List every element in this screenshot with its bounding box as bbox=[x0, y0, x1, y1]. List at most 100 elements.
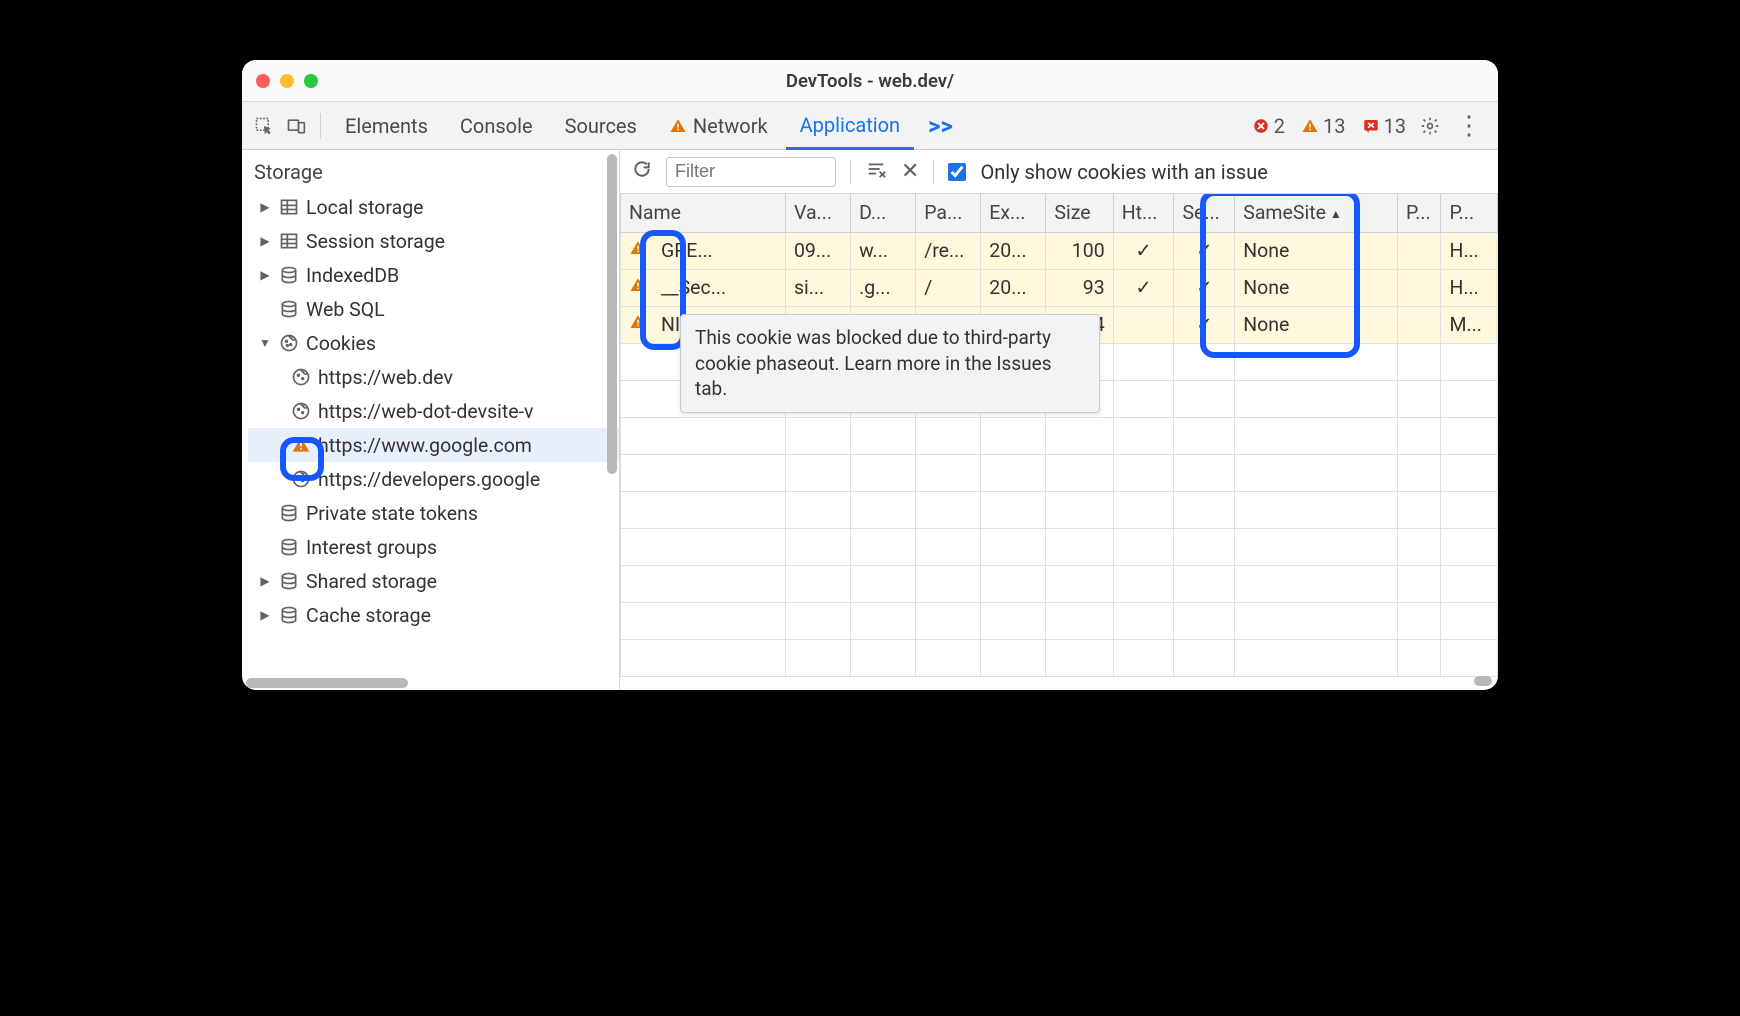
cell-partition bbox=[1398, 306, 1441, 343]
refresh-button[interactable] bbox=[632, 159, 652, 184]
main-area: Storage ▶ Local storage ▶ Session storag… bbox=[242, 150, 1498, 690]
caret-right-icon: ▶ bbox=[258, 234, 272, 248]
col-path[interactable]: Pa... bbox=[916, 194, 981, 232]
table-horizontal-scrollbar[interactable] bbox=[1474, 676, 1492, 686]
col-name[interactable]: Name bbox=[621, 194, 786, 232]
col-expires[interactable]: Ex... bbox=[981, 194, 1046, 232]
database-icon bbox=[278, 536, 300, 558]
cell-domain: w... bbox=[851, 232, 916, 269]
table-row-empty bbox=[621, 602, 1498, 639]
close-window-button[interactable] bbox=[256, 74, 270, 88]
sidebar-cookie-origin-selected[interactable]: https://www.google.com bbox=[248, 428, 619, 462]
only-issues-checkbox[interactable] bbox=[948, 163, 966, 181]
sidebar-item-label: Shared storage bbox=[306, 570, 437, 593]
warning-count[interactable]: 13 bbox=[1295, 114, 1351, 138]
col-size[interactable]: Size bbox=[1046, 194, 1113, 232]
col-samesite[interactable]: SameSite▲ bbox=[1235, 194, 1398, 232]
warning-count-value: 13 bbox=[1323, 114, 1345, 138]
device-toolbar-icon[interactable] bbox=[282, 112, 310, 140]
warning-icon bbox=[629, 239, 647, 262]
cell-samesite: None bbox=[1235, 269, 1398, 306]
sidebar-vertical-scrollbar[interactable] bbox=[607, 150, 617, 630]
sidebar-item-private-state-tokens[interactable]: Private state tokens bbox=[248, 496, 619, 530]
tab-console[interactable]: Console bbox=[446, 102, 547, 149]
cell-samesite: None bbox=[1235, 306, 1398, 343]
sidebar-item-session-storage[interactable]: ▶ Session storage bbox=[248, 224, 619, 258]
sidebar-item-label: Private state tokens bbox=[306, 502, 478, 525]
table-row-empty bbox=[621, 491, 1498, 528]
sidebar-horizontal-scrollbar[interactable] bbox=[246, 678, 616, 688]
tab-sources[interactable]: Sources bbox=[551, 102, 651, 149]
table-row-empty bbox=[621, 528, 1498, 565]
tab-network[interactable]: Network bbox=[655, 102, 782, 149]
maximize-window-button[interactable] bbox=[304, 74, 318, 88]
cell-name: __Sec... bbox=[621, 269, 786, 306]
table-header-row: Name Va... D... Pa... Ex... Size Ht... S… bbox=[621, 194, 1498, 232]
filter-input[interactable] bbox=[666, 157, 836, 187]
cookie-icon bbox=[290, 400, 312, 422]
cell-httponly bbox=[1113, 306, 1174, 343]
col-secure[interactable]: Se... bbox=[1174, 194, 1235, 232]
cookies-table-wrapper: Name Va... D... Pa... Ex... Size Ht... S… bbox=[620, 194, 1498, 690]
sidebar-cookie-origin[interactable]: https://web.dev bbox=[248, 360, 619, 394]
sidebar-item-interest-groups[interactable]: Interest groups bbox=[248, 530, 619, 564]
devtools-tabbar: Elements Console Sources Network Applica… bbox=[242, 102, 1498, 150]
table-row[interactable]: __Sec...si....g.../20...93✓✓NoneH... bbox=[621, 269, 1498, 306]
sidebar-item-shared-storage[interactable]: ▶ Shared storage bbox=[248, 564, 619, 598]
sidebar-item-label: https://developers.google bbox=[318, 468, 540, 491]
table-icon bbox=[278, 230, 300, 252]
sidebar-item-cookies[interactable]: ▼ Cookies bbox=[248, 326, 619, 360]
col-domain[interactable]: D... bbox=[851, 194, 916, 232]
caret-right-icon: ▶ bbox=[258, 608, 272, 622]
issues-count-value: 13 bbox=[1384, 114, 1406, 138]
cell-httponly: ✓ bbox=[1113, 232, 1174, 269]
tab-elements[interactable]: Elements bbox=[331, 102, 442, 149]
sidebar-cookie-origin[interactable]: https://web-dot-devsite-v bbox=[248, 394, 619, 428]
cell-secure: ✓ bbox=[1174, 232, 1235, 269]
issues-count[interactable]: 13 bbox=[1356, 114, 1412, 138]
sidebar-item-local-storage[interactable]: ▶ Local storage bbox=[248, 190, 619, 224]
sidebar-item-label: Session storage bbox=[306, 230, 445, 253]
warning-icon bbox=[1301, 117, 1319, 135]
sidebar-item-label: IndexedDB bbox=[306, 264, 399, 287]
database-icon bbox=[278, 570, 300, 592]
more-options-button[interactable]: ⋮ bbox=[1448, 113, 1490, 139]
sidebar-item-cache-storage[interactable]: ▶ Cache storage bbox=[248, 598, 619, 632]
cookies-toolbar: ✕ Only show cookies with an issue bbox=[620, 150, 1498, 194]
warning-icon bbox=[290, 434, 312, 456]
caret-right-icon: ▶ bbox=[258, 268, 272, 282]
table-row-empty bbox=[621, 565, 1498, 602]
tab-network-label: Network bbox=[693, 114, 768, 138]
cell-expires: 20... bbox=[981, 232, 1046, 269]
database-icon bbox=[278, 604, 300, 626]
col-httponly[interactable]: Ht... bbox=[1113, 194, 1174, 232]
col-value[interactable]: Va... bbox=[785, 194, 850, 232]
col-partition[interactable]: P... bbox=[1398, 194, 1441, 232]
table-row[interactable]: GRE...09...w.../re...20...100✓✓NoneH... bbox=[621, 232, 1498, 269]
settings-icon[interactable] bbox=[1416, 112, 1444, 140]
clear-filter-button[interactable] bbox=[865, 158, 887, 185]
divider bbox=[850, 160, 851, 184]
sidebar-item-label: https://www.google.com bbox=[318, 434, 532, 457]
tab-application[interactable]: Application bbox=[786, 103, 914, 150]
sidebar-item-label: Web SQL bbox=[306, 298, 385, 321]
sidebar-item-indexeddb[interactable]: ▶ IndexedDB bbox=[248, 258, 619, 292]
sidebar-item-label: https://web.dev bbox=[318, 366, 453, 389]
tab-elements-label: Elements bbox=[345, 114, 428, 138]
sidebar-item-label: Interest groups bbox=[306, 536, 437, 559]
sidebar-item-websql[interactable]: Web SQL bbox=[248, 292, 619, 326]
col-priority[interactable]: P... bbox=[1441, 194, 1498, 232]
tab-application-label: Application bbox=[800, 113, 900, 137]
clear-all-button[interactable]: ✕ bbox=[901, 159, 919, 184]
minimize-window-button[interactable] bbox=[280, 74, 294, 88]
more-tabs-button[interactable]: >> bbox=[918, 112, 963, 140]
divider bbox=[933, 160, 934, 184]
warning-icon bbox=[629, 313, 647, 336]
sidebar-cookie-origin[interactable]: https://developers.google bbox=[248, 462, 619, 496]
error-count[interactable]: 2 bbox=[1246, 114, 1291, 138]
cell-secure: ✓ bbox=[1174, 306, 1235, 343]
cell-path: /re... bbox=[916, 232, 981, 269]
cell-samesite: None bbox=[1235, 232, 1398, 269]
inspect-element-icon[interactable] bbox=[250, 112, 278, 140]
window-title: DevTools - web.dev/ bbox=[786, 70, 954, 92]
